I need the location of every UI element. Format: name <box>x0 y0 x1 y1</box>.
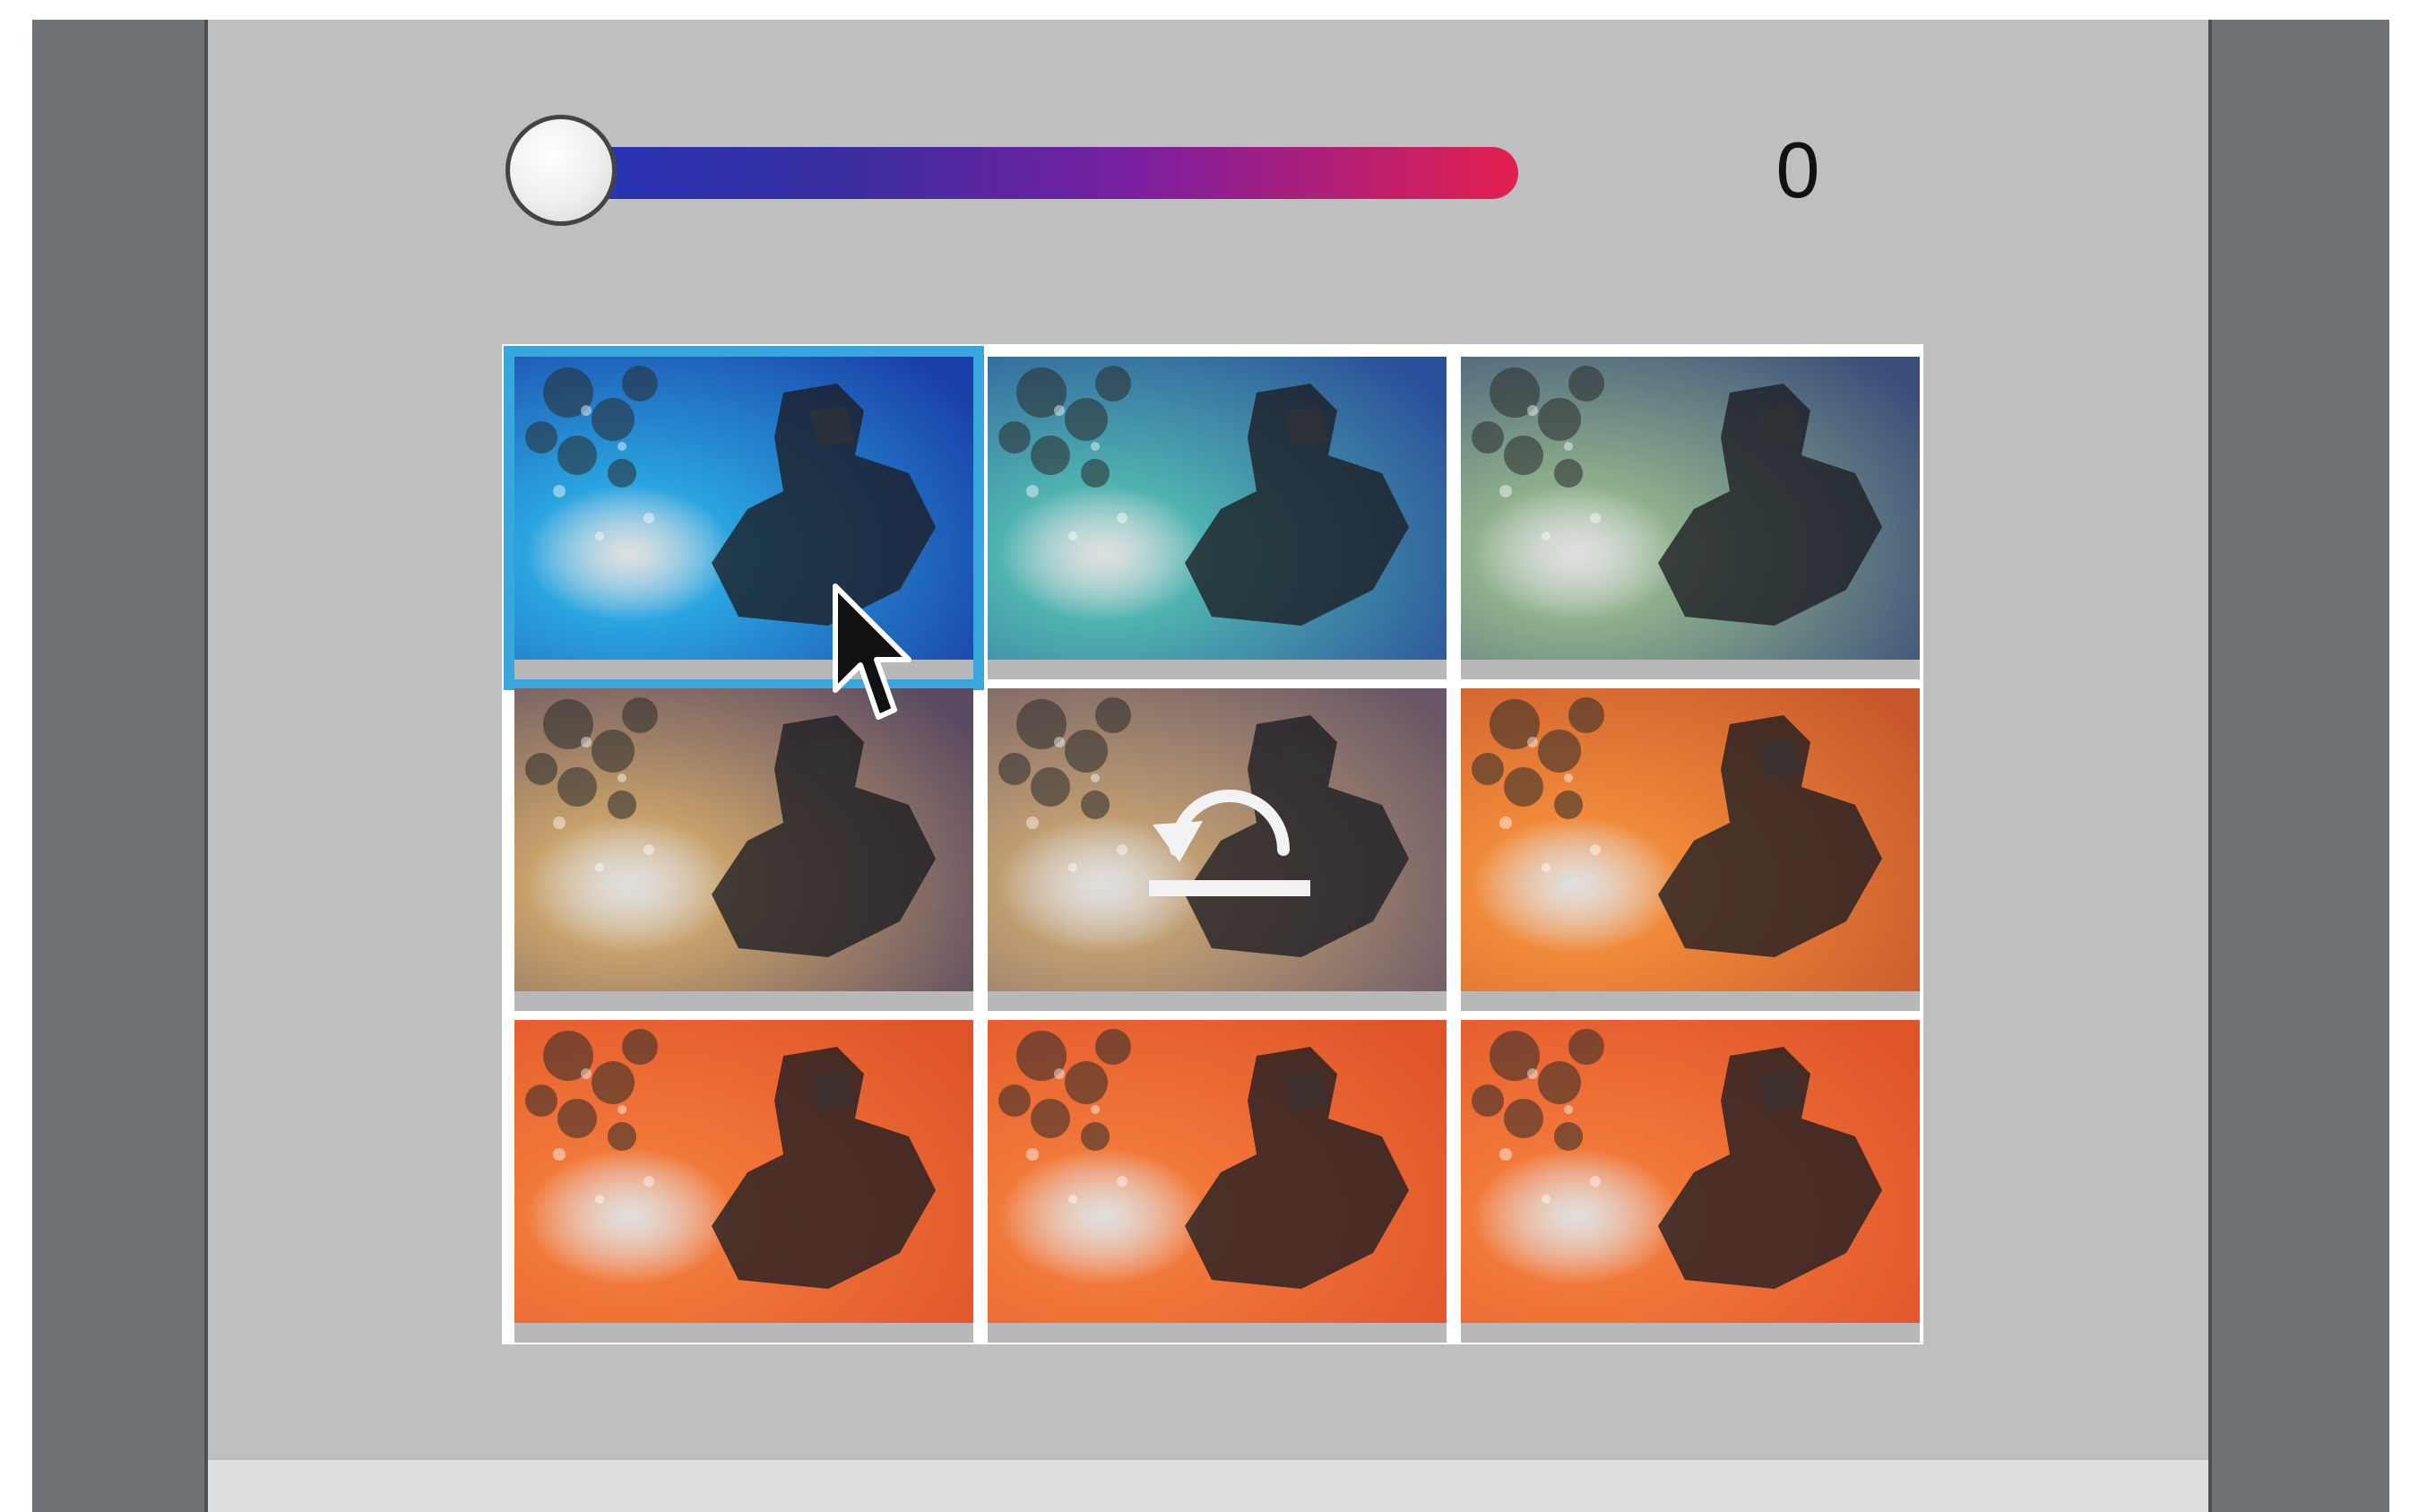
panel-footer <box>208 1460 2208 1512</box>
slider-value-readout: 0 <box>1775 125 1820 214</box>
slider-track[interactable] <box>559 147 1518 199</box>
variations-grid <box>502 344 1923 1344</box>
thumbnail-variation-9[interactable] <box>1461 1020 1920 1343</box>
thumbnail-variation-3[interactable] <box>1461 357 1920 679</box>
thumbnail-variation-5[interactable] <box>988 688 1447 1011</box>
thumbnail-image <box>514 688 973 991</box>
mouse-pointer-icon <box>833 583 911 720</box>
thumbnail-image <box>1461 1020 1920 1323</box>
color-balance-slider[interactable] <box>505 115 1536 231</box>
thumbnail-variation-2[interactable] <box>988 357 1447 679</box>
thumbnail-variation-8[interactable] <box>988 1020 1447 1343</box>
slider-thumb[interactable] <box>505 115 617 226</box>
thumbnail-image <box>988 357 1447 660</box>
thumbnail-image <box>988 1020 1447 1323</box>
thumbnail-image <box>514 1020 973 1323</box>
thumbnail-image <box>1461 357 1920 660</box>
thumbnail-variation-7[interactable] <box>514 1020 973 1343</box>
thumbnail-image <box>1461 688 1920 991</box>
undo-icon[interactable] <box>1140 769 1319 912</box>
thumbnail-variation-6[interactable] <box>1461 688 1920 1011</box>
thumbnail-variation-4[interactable] <box>514 688 973 1011</box>
